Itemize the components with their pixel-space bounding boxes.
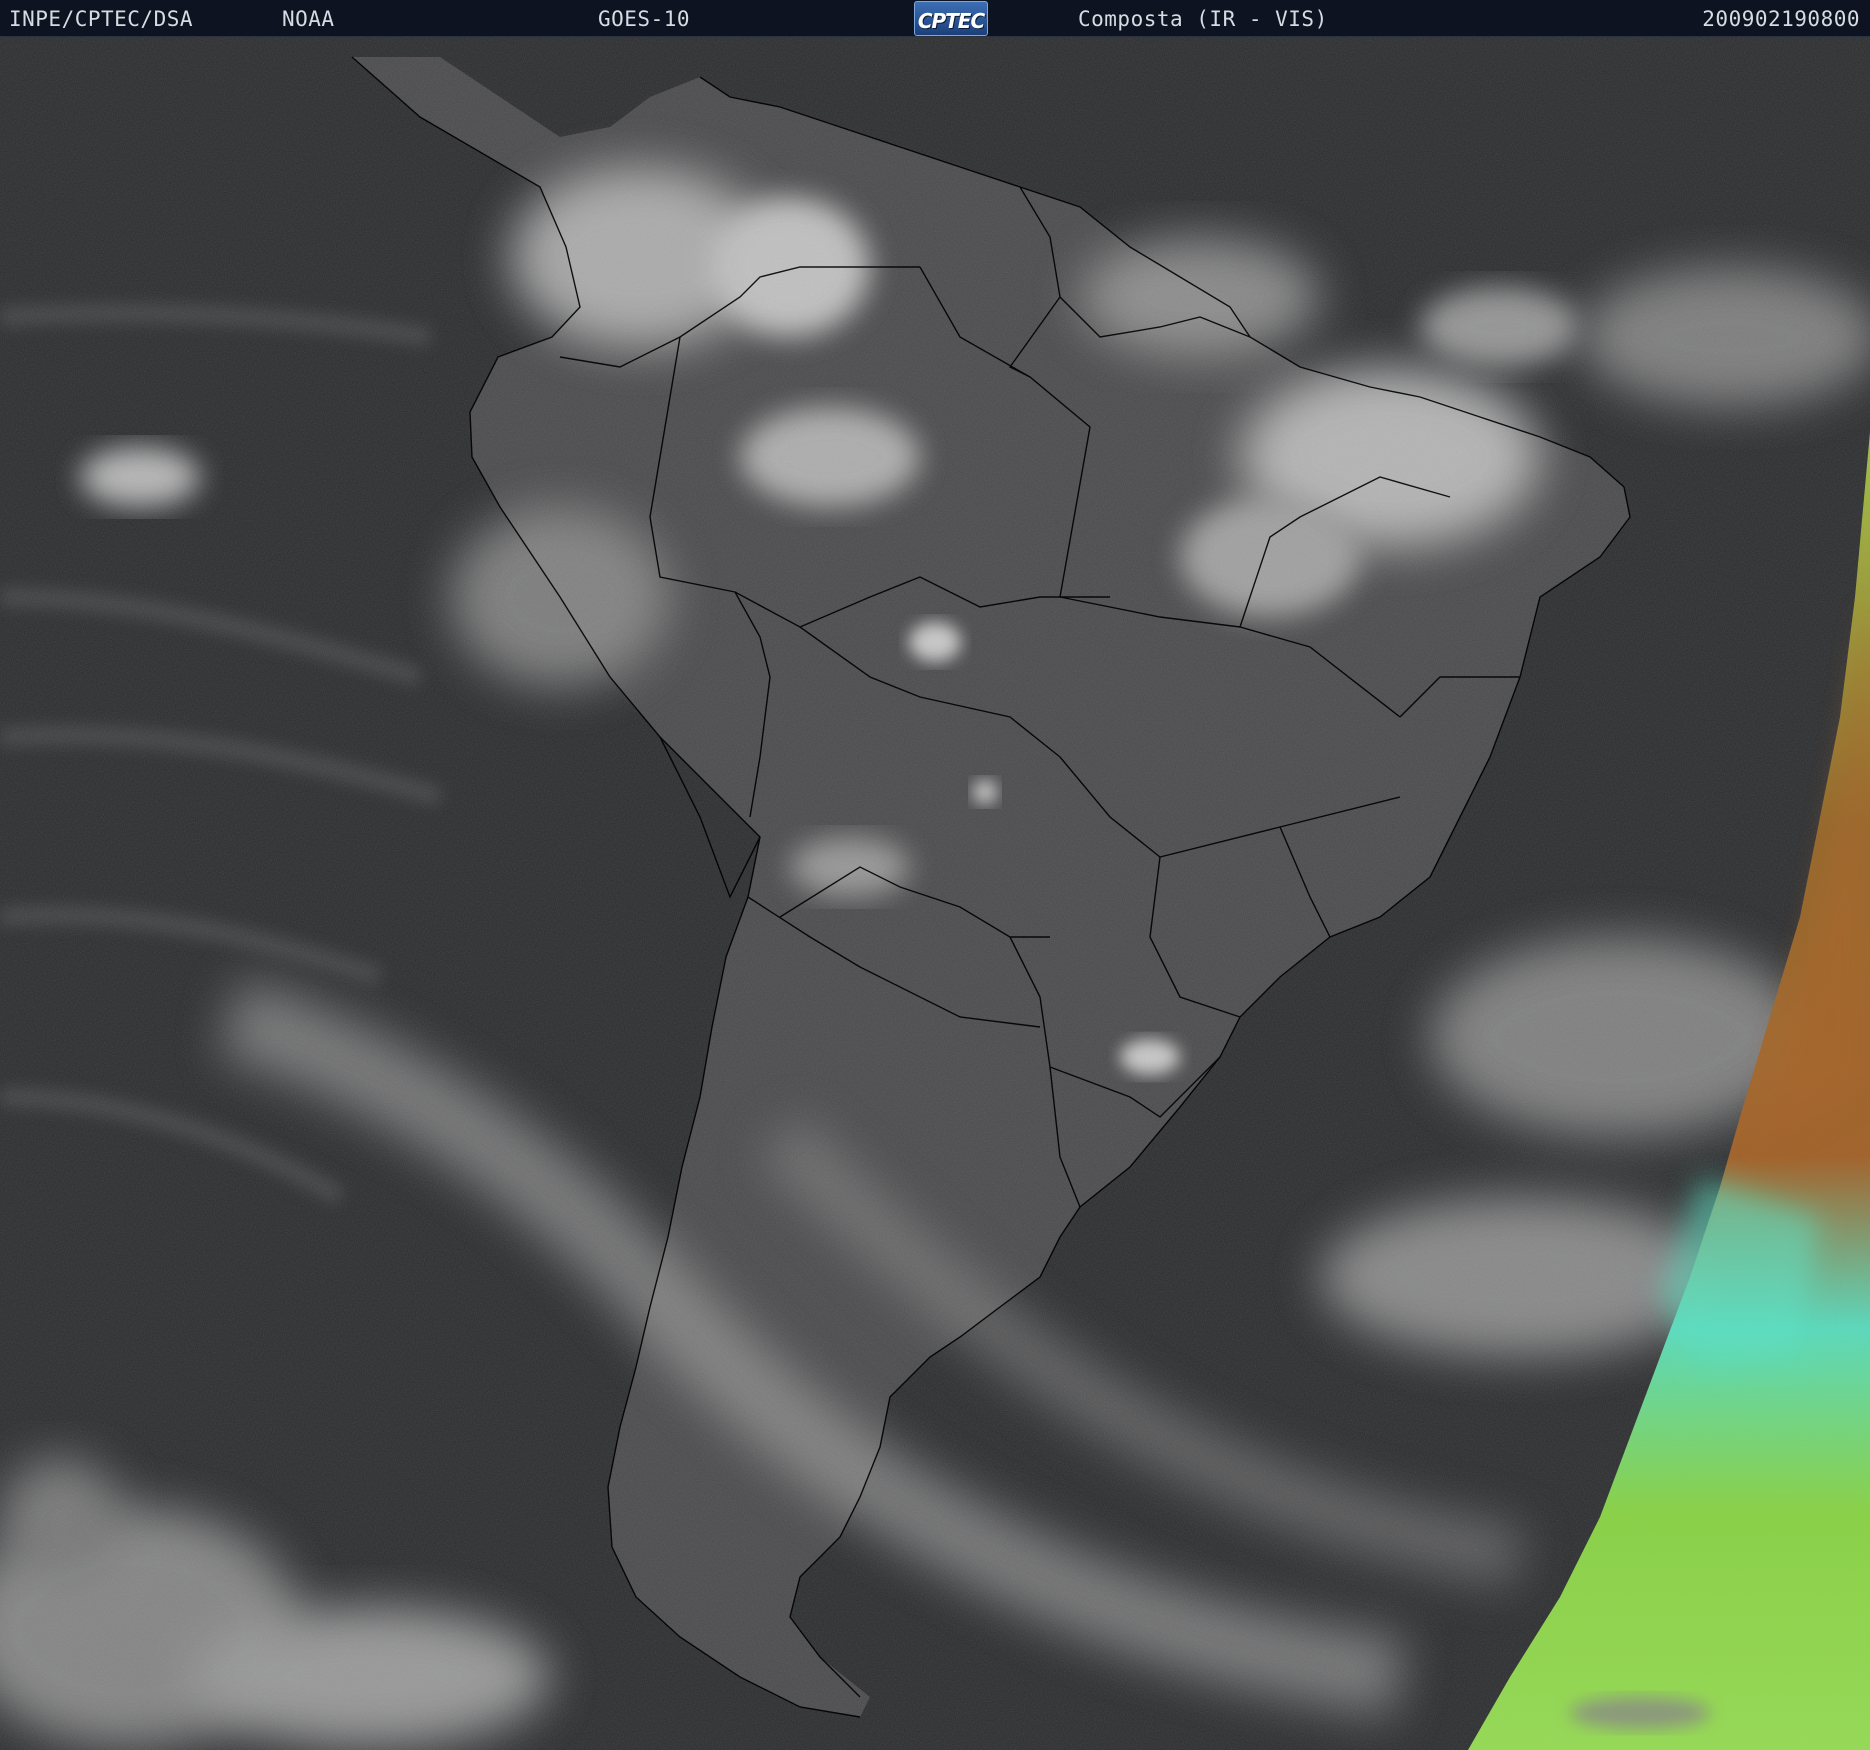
logo-text: CPTEC <box>917 9 985 33</box>
product-label: Composta (IR - VIS) <box>1078 7 1328 31</box>
header-bar: INPE/CPTEC/DSA NOAA GOES-10 CPTEC Compos… <box>0 0 1870 37</box>
vis-swath-gray-island <box>1570 1697 1710 1729</box>
satellite-image <box>0 37 1870 1750</box>
timestamp-label: 200902190800 <box>1702 7 1860 31</box>
agency-label: NOAA <box>282 7 335 31</box>
satellite-label: GOES-10 <box>598 7 691 31</box>
cptec-logo: CPTEC <box>914 1 988 36</box>
organization-label: INPE/CPTEC/DSA <box>9 7 194 31</box>
